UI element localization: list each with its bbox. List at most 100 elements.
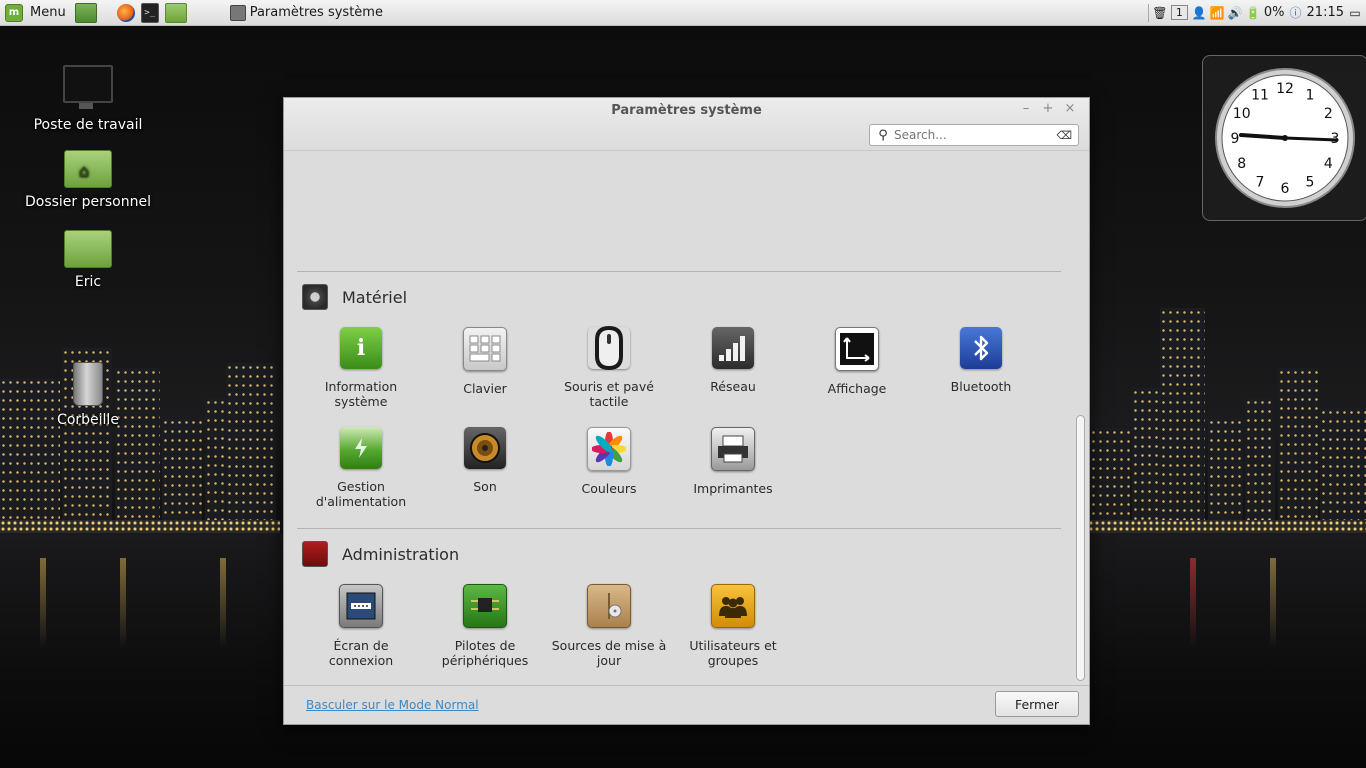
package-icon	[587, 584, 631, 628]
printer-icon	[711, 427, 755, 471]
hardware-category-icon	[302, 284, 328, 310]
search-box[interactable]: ⚲ ⌫	[869, 124, 1079, 146]
item-mouse-touchpad[interactable]: Souris et pavé tactile	[549, 326, 669, 409]
taskbar-item-label: Paramètres système	[249, 5, 383, 20]
item-system-info[interactable]: i Information système	[301, 327, 421, 409]
menu-label: Menu	[30, 5, 66, 20]
administration-category-icon	[302, 541, 328, 567]
switch-mode-link[interactable]: Basculer sur le Mode Normal	[306, 698, 479, 712]
close-button[interactable]: Fermer	[995, 691, 1079, 717]
clock-numeral: 8	[1237, 156, 1246, 172]
search-icon: ⚲	[878, 127, 888, 143]
show-desktop-icon[interactable]	[74, 2, 97, 23]
window-titlebar[interactable]: Paramètres système – + × ⚲ ⌫	[284, 98, 1089, 151]
item-label: Son	[473, 479, 497, 494]
user-icon[interactable]: 👤	[1191, 6, 1206, 20]
maximize-icon[interactable]: +	[1041, 102, 1055, 116]
volume-icon[interactable]: 🔊	[1227, 6, 1242, 20]
trash-icon	[73, 362, 103, 406]
settings-window: Paramètres système – + × ⚲ ⌫ Matériel i …	[283, 97, 1090, 725]
window-list-icon[interactable]: ▭	[1348, 6, 1362, 20]
trash-applet-icon[interactable]: 🗑	[1152, 6, 1167, 20]
chip-icon	[463, 584, 507, 628]
clock-desklet[interactable]: 121234567891011	[1202, 55, 1366, 221]
minimize-icon[interactable]: –	[1019, 102, 1033, 116]
category-hardware: Matériel	[302, 284, 407, 310]
item-users-groups[interactable]: Utilisateurs et groupes	[673, 584, 793, 668]
firefox-icon[interactable]	[116, 3, 135, 22]
analog-clock: 121234567891011	[1215, 68, 1355, 208]
section-divider	[297, 271, 1061, 272]
battery-percent: 0%	[1263, 5, 1285, 20]
top-panel: m Menu >_ Paramètres système 🗑 1 👤 📶 🔊 🔋…	[0, 0, 1366, 26]
settings-app-icon	[229, 4, 246, 21]
item-power-management[interactable]: Gestion d'alimentation	[301, 427, 421, 509]
speaker-icon	[464, 427, 506, 469]
login-screen-icon	[339, 584, 383, 628]
window-title: Paramètres système	[611, 103, 762, 118]
workspace-switcher[interactable]: 1	[1170, 5, 1188, 20]
desktop-icon-label: Dossier personnel	[24, 194, 151, 210]
item-label: Imprimantes	[693, 481, 773, 496]
taskbar-item-settings[interactable]: Paramètres système	[226, 2, 391, 24]
item-display[interactable]: Affichage	[797, 327, 917, 396]
category-administration: Administration	[302, 541, 459, 567]
item-device-drivers[interactable]: Pilotes de périphériques	[425, 584, 545, 668]
clear-search-icon[interactable]: ⌫	[1056, 129, 1072, 142]
battery-icon[interactable]: 🔋	[1245, 6, 1260, 20]
clock-numeral: 6	[1281, 181, 1290, 197]
category-title: Matériel	[342, 287, 408, 307]
monitor-icon	[63, 65, 113, 109]
clock-numeral: 4	[1324, 156, 1333, 172]
files-icon[interactable]	[164, 2, 187, 23]
item-label: Réseau	[710, 379, 756, 394]
item-login-screen[interactable]: Écran de connexion	[301, 584, 421, 668]
item-label: Écran de connexion	[328, 638, 394, 668]
update-icon[interactable]: ⓘ	[1289, 6, 1303, 20]
search-input[interactable]	[892, 127, 1046, 143]
desktop-icon-trash[interactable]: Corbeille	[23, 362, 153, 428]
content-scrollbar[interactable]	[1076, 151, 1085, 683]
scrollbar-thumb[interactable]	[1076, 415, 1085, 681]
home-folder-icon: ⌂	[64, 150, 112, 188]
wifi-icon[interactable]: 📶	[1209, 6, 1224, 20]
mouse-icon	[588, 326, 630, 370]
window-footer: Basculer sur le Mode Normal Fermer	[284, 685, 1089, 724]
bluetooth-icon	[960, 327, 1002, 369]
item-label: Information système	[324, 379, 398, 409]
clock-numeral: 9	[1231, 131, 1240, 147]
folder-icon	[64, 230, 112, 268]
desktop-icon-home[interactable]: ⌂ Dossier personnel	[23, 150, 153, 210]
info-icon: i	[340, 327, 382, 369]
item-keyboard[interactable]: Clavier	[425, 327, 545, 396]
clock-numeral: 5	[1306, 174, 1315, 190]
network-icon	[712, 327, 754, 369]
desktop-icon-label: Corbeille	[57, 412, 119, 428]
item-printers[interactable]: Imprimantes	[673, 427, 793, 496]
tray-separator	[1147, 3, 1149, 22]
item-bluetooth[interactable]: Bluetooth	[921, 327, 1041, 394]
item-update-sources[interactable]: Sources de mise à jour	[549, 584, 669, 668]
menu-button[interactable]: m Menu	[0, 0, 72, 25]
item-label: Affichage	[827, 381, 887, 396]
item-label: Bluetooth	[950, 379, 1012, 394]
desktop-icon-eric[interactable]: Eric	[23, 230, 153, 290]
settings-content: Matériel i Information système Clavier S…	[284, 151, 1074, 683]
item-colors[interactable]: Couleurs	[549, 427, 669, 496]
section-divider	[297, 528, 1061, 529]
minute-hand	[1283, 136, 1339, 142]
panel-clock[interactable]: 21:15	[1307, 5, 1344, 20]
clock-numeral: 1	[1306, 88, 1315, 104]
mint-logo-icon: m	[5, 3, 23, 22]
item-sound[interactable]: Son	[425, 427, 545, 494]
battery-icon	[340, 427, 382, 469]
clock-numeral: 2	[1324, 106, 1333, 122]
close-icon[interactable]: ×	[1063, 102, 1077, 116]
item-label: Clavier	[463, 381, 507, 396]
terminal-icon[interactable]: >_	[140, 2, 159, 23]
desktop-icon-computer[interactable]: Poste de travail	[23, 65, 153, 133]
clock-numeral: 10	[1233, 106, 1251, 122]
item-label: Utilisateurs et groupes	[689, 638, 777, 668]
item-network[interactable]: Réseau	[673, 327, 793, 394]
keyboard-icon	[463, 327, 507, 371]
